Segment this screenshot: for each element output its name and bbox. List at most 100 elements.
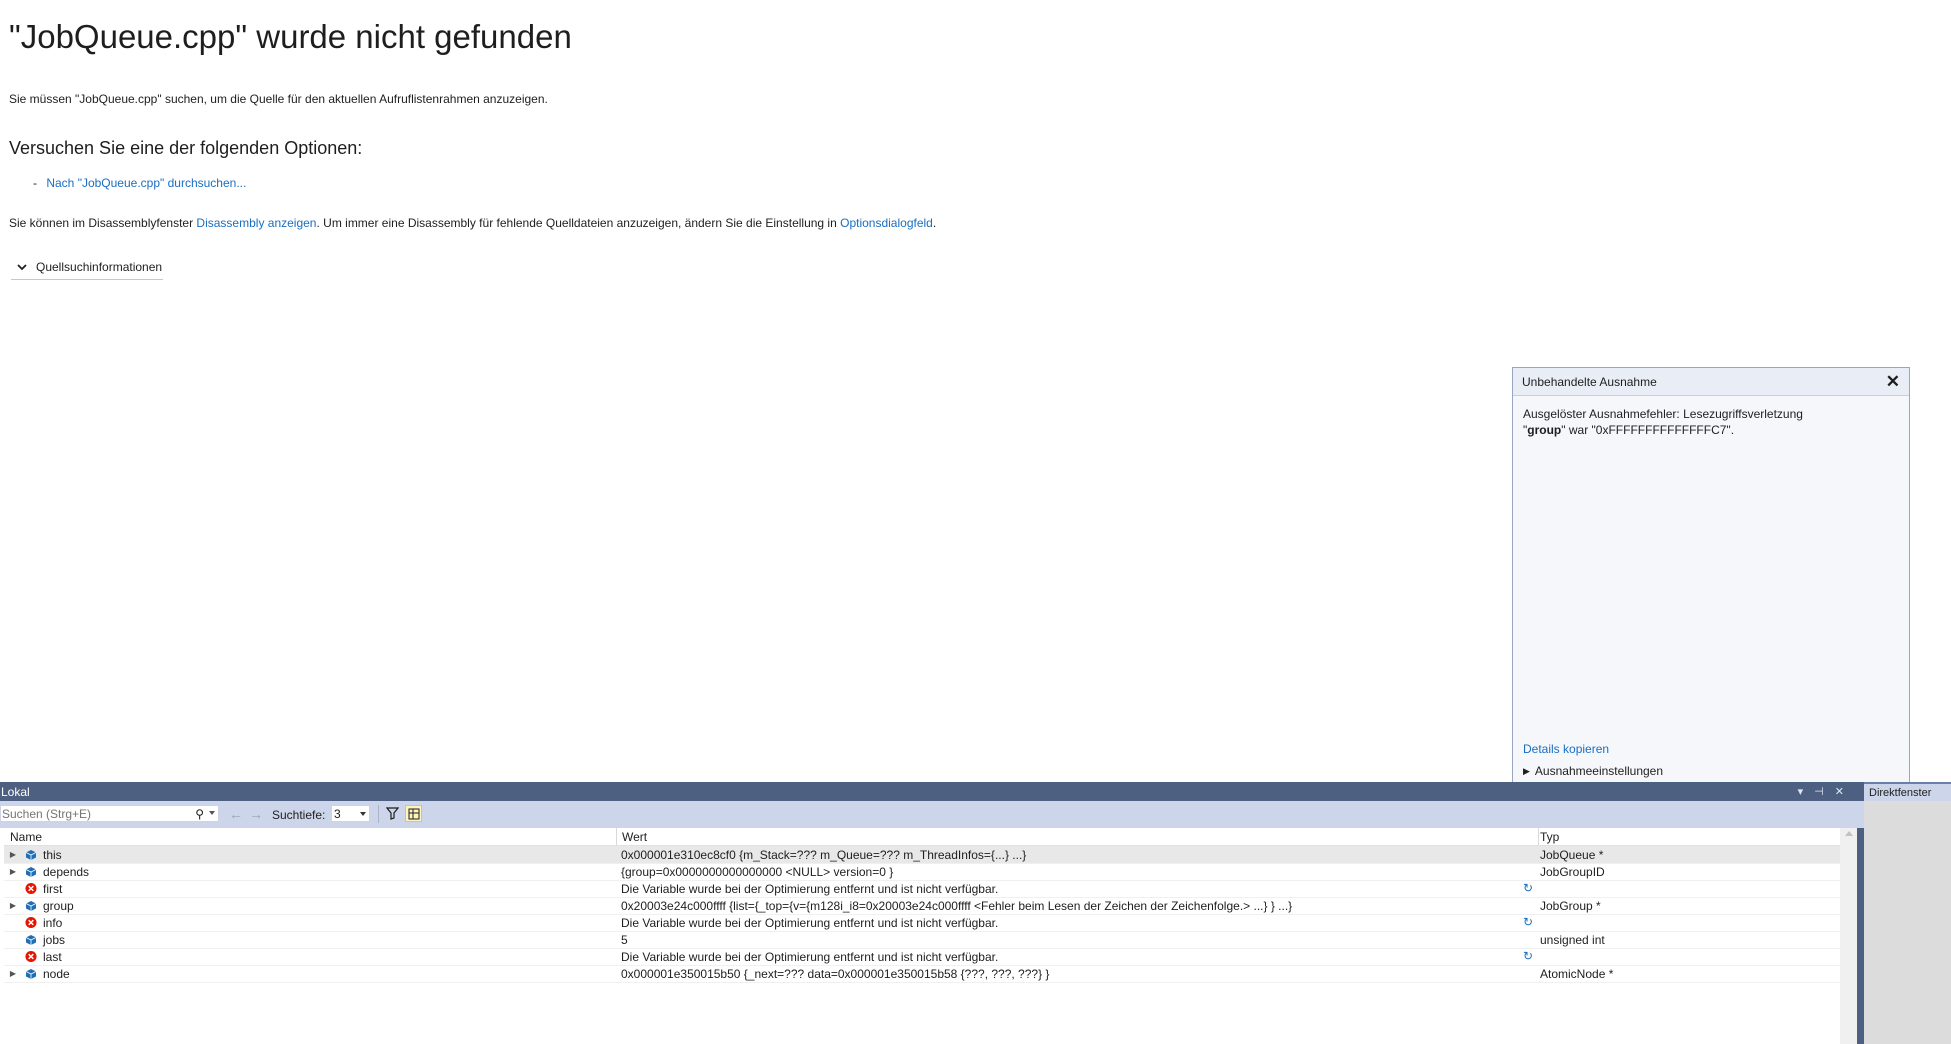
exception-settings-label: Ausnahmeeinstellungen: [1534, 764, 1664, 778]
pin-icon[interactable]: ⊣: [1814, 785, 1824, 798]
table-row[interactable]: jobs 5 unsigned int: [4, 931, 1840, 949]
toolbar-divider: [378, 805, 379, 823]
cell-type: AtomicNode *: [1540, 966, 1614, 981]
intro-text: Sie müssen "JobQueue.cpp" suchen, um die…: [9, 92, 548, 106]
expand-triangle-icon[interactable]: ▶: [8, 867, 18, 876]
cell-type: JobGroupID: [1540, 864, 1605, 879]
cell-name: first: [4, 880, 616, 897]
hex-view-icon[interactable]: [405, 805, 422, 822]
error-icon: [25, 950, 37, 963]
expand-triangle-icon[interactable]: ▶: [8, 901, 18, 910]
arrow-left-icon[interactable]: ←: [229, 806, 243, 822]
search-icon[interactable]: ⚲: [195, 807, 204, 821]
variable-name: jobs: [43, 932, 66, 947]
locals-toolbar: ⚲ ← → Suchtiefe: 3: [0, 801, 1864, 828]
column-header-value[interactable]: Wert: [621, 828, 1540, 845]
exception-message: Ausgelöster Ausnahmefehler: Lesezugriffs…: [1513, 396, 1909, 448]
exception-popup: Unbehandelte Ausnahme ✕ Ausgelöster Ausn…: [1512, 367, 1910, 783]
variable-value: 0x000001e310ec8cf0 {m_Stack=??? m_Queue=…: [621, 847, 1027, 862]
page-title: "JobQueue.cpp" wurde nicht gefunden: [9, 18, 572, 55]
variable-icon: [25, 934, 37, 946]
error-icon: [25, 916, 37, 929]
expand-triangle-icon[interactable]: ▶: [8, 969, 18, 978]
close-icon[interactable]: ✕: [1886, 373, 1900, 390]
refresh-icon[interactable]: ↻: [1523, 881, 1533, 895]
source-search-info-expander[interactable]: Quellsuchinformationen: [11, 255, 163, 280]
cell-value[interactable]: Die Variable wurde bei der Optimierung e…: [621, 948, 1539, 965]
variable-name: depends: [43, 864, 90, 879]
disassembly-hint-text-2: . Um immer eine Disassembly für fehlende…: [316, 216, 841, 230]
exception-variable: group: [1527, 423, 1562, 437]
close-icon[interactable]: ✕: [1835, 785, 1844, 798]
options-dialog-link[interactable]: Optionsdialogfeld: [840, 216, 933, 230]
table-row[interactable]: first Die Variable wurde bei der Optimier…: [4, 880, 1840, 898]
exception-settings-expander[interactable]: ▶ Ausnahmeeinstellungen: [1523, 764, 1663, 778]
cell-type: [1540, 914, 1840, 931]
cell-value[interactable]: Die Variable wurde bei der Optimierung e…: [621, 914, 1539, 931]
search-depth-select[interactable]: 3: [331, 805, 370, 822]
immediate-window-title[interactable]: Direktfenster: [1864, 782, 1951, 801]
locals-window: Lokal ▾ ⊣ ✕ ⚲ ← → Suchtiefe: 3 Name: [0, 782, 1864, 1044]
column-header-type[interactable]: Typ: [1540, 828, 1840, 845]
filter-pin-icon: [386, 807, 399, 820]
variable-value: 0x000001e350015b50 {_next=??? data=0x000…: [621, 966, 1050, 981]
cell-value[interactable]: {group=0x0000000000000000 <NULL> version…: [621, 863, 1539, 880]
variable-value: {group=0x0000000000000000 <NULL> version…: [621, 864, 894, 879]
expand-triangle-icon[interactable]: ▶: [8, 850, 18, 859]
variable-name: group: [43, 898, 74, 913]
cell-type: [1540, 880, 1840, 897]
table-row[interactable]: last Die Variable wurde bei der Optimieru…: [4, 948, 1840, 966]
cell-name: info: [4, 914, 616, 931]
cell-name: ▶ group: [4, 897, 616, 914]
exception-message-rest: war "0xFFFFFFFFFFFFFFC7".: [1565, 423, 1735, 437]
browse-for-file-link[interactable]: Nach "JobQueue.cpp" durchsuchen...: [46, 176, 246, 190]
vertical-scrollbar[interactable]: [1840, 828, 1857, 1044]
cell-value[interactable]: Die Variable wurde bei der Optimierung e…: [621, 880, 1539, 897]
cell-name: ▶ node: [4, 965, 616, 982]
chevron-down-icon[interactable]: [209, 811, 215, 815]
variable-name: this: [43, 847, 62, 862]
expander-label: Quellsuchinformationen: [36, 260, 163, 274]
exception-header: Unbehandelte Ausnahme ✕: [1513, 368, 1909, 396]
search-input[interactable]: ⚲: [0, 805, 219, 822]
locals-grid: Name Wert Typ ▶ this 0x000001e310ec8cf0 {m…: [0, 828, 1864, 1044]
column-divider[interactable]: [616, 828, 617, 845]
view-disassembly-link[interactable]: Disassembly anzeigen: [196, 216, 316, 230]
disassembly-hint-text: Sie können im Disassemblyfenster: [9, 216, 197, 230]
cell-value[interactable]: 0x20003e24c000ffff {list={_top={v={m128i…: [621, 897, 1539, 914]
table-row[interactable]: info Die Variable wurde bei der Optimieru…: [4, 914, 1840, 932]
search-field[interactable]: [2, 806, 182, 821]
cell-name: last: [4, 948, 616, 965]
cell-value[interactable]: 0x000001e310ec8cf0 {m_Stack=??? m_Queue=…: [621, 846, 1539, 863]
grid-view-icon: [408, 808, 419, 819]
copy-details-link[interactable]: Details kopieren: [1523, 742, 1609, 756]
table-row[interactable]: ▶ group 0x20003e24c000ffff {list={_top={v=…: [4, 897, 1840, 915]
exception-message-line2: "group" war "0xFFFFFFFFFFFFFFC7".: [1523, 423, 1735, 437]
grid-header: Name Wert Typ: [4, 828, 1840, 846]
table-row[interactable]: ▶ this 0x000001e310ec8cf0 {m_Stack=??? m_Q…: [4, 846, 1840, 864]
cell-value[interactable]: 5: [621, 931, 1539, 948]
arrow-right-icon[interactable]: →: [249, 806, 263, 822]
table-row[interactable]: ▶ node 0x000001e350015b50 {_next=??? data=…: [4, 965, 1840, 983]
panel-splitter[interactable]: [1857, 828, 1864, 1044]
cell-type: unsigned int: [1540, 932, 1605, 947]
scroll-up-icon[interactable]: [1845, 831, 1853, 836]
refresh-icon[interactable]: ↻: [1523, 949, 1533, 963]
table-row[interactable]: ▶ depends {group=0x0000000000000000 <NULL>…: [4, 863, 1840, 881]
column-divider[interactable]: [1538, 828, 1539, 845]
filter-pin-icon[interactable]: [384, 805, 401, 822]
variable-icon: [25, 900, 37, 912]
chevron-down-icon: [360, 812, 366, 816]
chevron-down-icon: [17, 264, 27, 271]
bullet-dash: -: [33, 176, 37, 190]
cell-value[interactable]: 0x000001e350015b50 {_next=??? data=0x000…: [621, 965, 1539, 982]
variable-icon: [25, 849, 37, 861]
disassembly-hint: Sie können im Disassemblyfenster Disasse…: [9, 216, 936, 230]
cell-type: JobQueue *: [1540, 847, 1604, 862]
column-header-name[interactable]: Name: [4, 828, 622, 845]
search-depth-label: Suchtiefe:: [272, 808, 326, 822]
exception-title: Unbehandelte Ausnahme: [1522, 374, 1657, 389]
window-menu-icon[interactable]: ▾: [1798, 785, 1804, 798]
refresh-icon[interactable]: ↻: [1523, 915, 1533, 929]
cell-name: ▶ this: [4, 846, 616, 863]
